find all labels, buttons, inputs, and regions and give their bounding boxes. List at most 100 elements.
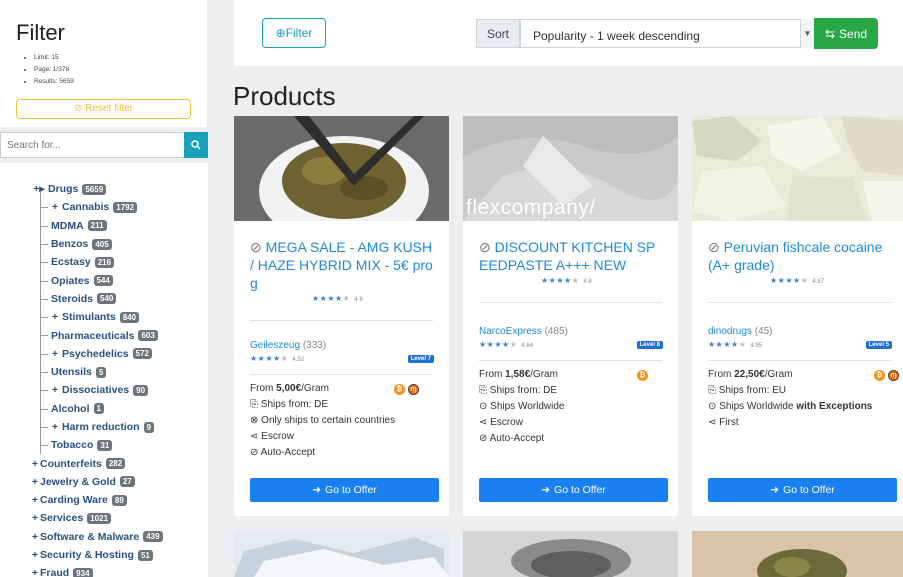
plus-icon: + [31, 530, 39, 543]
vendor-link[interactable]: dinodrugs (45) [708, 326, 773, 337]
count-badge: 5659 [82, 183, 107, 195]
category-label: Stimulants [62, 311, 116, 324]
detail-line: ⎘ Ships from: EU [708, 383, 872, 399]
tree-branch [40, 207, 48, 209]
check-circle-icon: ⊘ [479, 433, 488, 444]
product-title-text[interactable]: Peruvian fishcale cocaine (A+ grade) [708, 239, 882, 273]
product-rating: ★★★★★ 4.87 [770, 276, 825, 285]
category-item[interactable]: + Security & Hosting 51 [0, 546, 208, 564]
share-icon: ⋖ [250, 431, 259, 442]
category-item[interactable]: Utensils 5 [0, 363, 208, 381]
category-item[interactable]: + Services 1021 [0, 509, 208, 527]
product-image[interactable] [234, 116, 449, 221]
count-badge: 51 [137, 549, 153, 561]
paperclip-icon: ⊘ [250, 239, 262, 255]
category-item[interactable]: Alcohol 1 [0, 400, 208, 418]
vendor-name[interactable]: Geileszeug [250, 340, 300, 351]
bitcoin-icon: ₿ [637, 370, 648, 381]
category-item[interactable]: Opiates 544 [0, 271, 208, 289]
plus-icon: + [51, 311, 59, 324]
detail-text: Ships Worldwide [719, 401, 794, 412]
category-item[interactable]: + Counterfeits 282 [0, 454, 208, 472]
category-item[interactable]: +▸ Drugs 5659 [0, 180, 208, 198]
count-badge: 282 [105, 458, 126, 470]
rating-value: 4.8 [583, 279, 592, 285]
category-item[interactable]: MDMA 211 [0, 217, 208, 235]
product-title-text[interactable]: DISCOUNT KITCHEN SPEEDPASTE A+++ NEW [479, 239, 655, 273]
product-card: ⊘ Peruvian fishcale cocaine (A+ grade) ★★… [692, 116, 903, 516]
category-item[interactable]: + Carding Ware 89 [0, 491, 208, 509]
payment-coins: ₿ [637, 370, 648, 381]
plus-icon: + [31, 494, 39, 507]
price-value: 22,50€ [734, 369, 765, 380]
vendor-name[interactable]: dinodrugs [708, 326, 752, 337]
product-title-text[interactable]: MEGA SALE - AMG KUSH / HAZE HYBRID MIX -… [250, 239, 433, 291]
category-item[interactable]: + Fraud 934 [0, 564, 208, 577]
reset-filter-button[interactable]: ⊘ Reset filter [16, 99, 191, 119]
category-item[interactable]: + Psychedelics 572 [0, 345, 208, 363]
tree-branch [40, 445, 48, 447]
price-line: From 22,50€/Gram [708, 367, 872, 383]
count-badge: 603 [138, 330, 158, 342]
category-item[interactable]: + Harm reduction 9 [0, 418, 208, 436]
vendor-name[interactable]: NarcoExpress [479, 326, 542, 337]
tree-branch [40, 390, 48, 392]
product-image[interactable]: flexcompany/ [463, 116, 678, 221]
detail-text: Ships from: EU [718, 385, 787, 396]
level-badge: Level 5 [865, 341, 892, 349]
ships-exception: with Exceptions [796, 401, 873, 412]
category-item[interactable]: Ecstasy 216 [0, 253, 208, 271]
category-label: Alcohol [51, 402, 90, 415]
product-image [463, 531, 678, 577]
category-item[interactable]: + Dissociatives 90 [0, 381, 208, 399]
product-card-preview[interactable] [234, 531, 449, 577]
filter-title: Filter [16, 20, 65, 45]
detail-text: Auto-Accept [260, 447, 316, 458]
vendor-link[interactable]: NarcoExpress (485) [479, 326, 568, 337]
product-title[interactable]: ⊘ MEGA SALE - AMG KUSH / HAZE HYBRID MIX… [250, 238, 435, 292]
go-to-offer-button[interactable]: ➜ Go to Offer [708, 478, 897, 502]
category-item[interactable]: Tobacco 31 [0, 436, 208, 454]
search-input[interactable] [0, 132, 184, 158]
product-card-preview[interactable] [463, 531, 678, 577]
filter-button[interactable]: ⊕ Filter [262, 18, 326, 48]
product-title[interactable]: ⊘ DISCOUNT KITCHEN SPEEDPASTE A+++ NEW [479, 238, 664, 274]
go-to-offer-label: Go to Offer [554, 484, 606, 496]
chevron-down-icon[interactable]: ▼ [800, 19, 814, 48]
category-item[interactable]: Benzos 405 [0, 235, 208, 253]
category-item[interactable]: + Stimulants 840 [0, 308, 208, 326]
category-item[interactable]: + Jewelry & Gold 27 [0, 473, 208, 491]
vendor-rating-value: 4.52 [292, 357, 305, 363]
category-item[interactable]: Steroids 540 [0, 290, 208, 308]
detail-line: ⊘ Auto-Accept [250, 445, 395, 461]
product-image[interactable] [692, 116, 903, 221]
price-line: From 5,00€/Gram [250, 381, 395, 397]
plus-icon: + [51, 421, 59, 433]
go-to-offer-button[interactable]: ➜ Go to Offer [250, 478, 439, 502]
count-badge: 1021 [87, 512, 112, 524]
send-button[interactable]: ⇆ Send [814, 18, 878, 49]
star-empty: ★ [571, 276, 580, 285]
vendor-rating: ★★★★★ 4.84 [479, 340, 534, 349]
product-title[interactable]: ⊘ Peruvian fishcale cocaine (A+ grade) [708, 238, 893, 274]
vendor-count: (333) [302, 340, 327, 351]
count-badge: 27 [119, 476, 135, 488]
go-to-offer-button[interactable]: ➜ Go to Offer [479, 478, 668, 502]
sort-select[interactable]: Popularity - 1 week descending [520, 19, 814, 48]
image-watermark: flexcompany/ [466, 196, 596, 219]
count-badge: 90 [133, 384, 149, 396]
search-button[interactable] [184, 132, 208, 158]
count-badge: 405 [92, 238, 112, 250]
divider [479, 302, 662, 303]
tree-branch [40, 280, 48, 282]
category-item[interactable]: + Cannabis 1792 [0, 198, 208, 216]
exchange-icon: ⇆ [824, 26, 836, 41]
category-item[interactable]: + Software & Malware 439 [0, 528, 208, 546]
divider [479, 360, 662, 361]
product-card-preview[interactable] [692, 531, 903, 577]
detail-text: Auto-Accept [489, 433, 545, 444]
category-item[interactable]: Pharmaceuticals 603 [0, 326, 208, 344]
divider [250, 320, 433, 321]
vendor-link[interactable]: Geileszeug (333) [250, 340, 326, 351]
category-label: Drugs [48, 183, 79, 196]
